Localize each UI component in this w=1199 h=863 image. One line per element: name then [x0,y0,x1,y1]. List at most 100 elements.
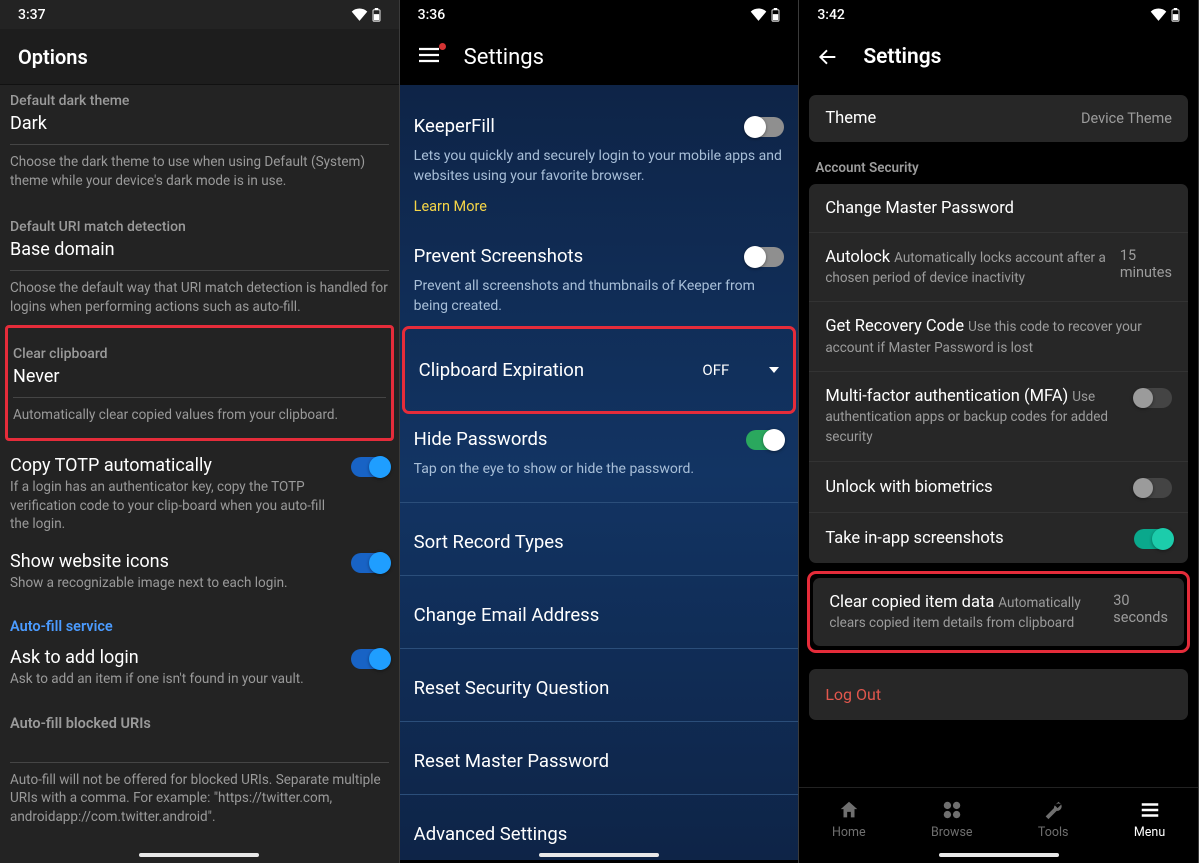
theme-value: Device Theme [1081,110,1172,127]
biometrics-row[interactable]: Unlock with biometrics [809,461,1188,512]
copy-totp-row[interactable]: Copy TOTP automatically If a login has a… [10,455,389,533]
uri-match-value: Base domain [10,239,389,260]
hide-passwords-setting[interactable]: Hide Passwords Tap on the eye to show or… [414,428,785,480]
mfa-toggle[interactable] [1134,388,1172,408]
keeperfill-setting[interactable]: KeeperFill Lets you quickly and securely… [414,115,785,215]
recovery-title: Get Recovery Code [825,317,964,336]
reset-security-question-row[interactable]: Reset Security Question [414,677,785,699]
nav-tools[interactable]: Tools [1038,799,1069,840]
clear-copied-item-title: Clear copied item data [829,593,994,612]
uri-match-setting[interactable]: Default URI match detection Base domain [10,219,389,260]
clear-clipboard-label: Clear clipboard [13,346,386,362]
home-indicator[interactable] [139,853,259,857]
change-master-password-row[interactable]: Change Master Password [809,184,1188,232]
nav-browse[interactable]: Browse [931,799,973,840]
copy-totp-desc: If a login has an authenticator key, cop… [10,478,335,533]
biometrics-title: Unlock with biometrics [825,478,992,497]
page-title: Settings [863,45,941,69]
phone-1-bitwarden: 3:37 Options Default dark theme Dark Cho… [0,0,400,863]
status-icons [750,8,780,22]
tools-icon [1042,799,1064,821]
home-icon [838,799,860,821]
uri-match-desc: Choose the default way that URI match de… [10,279,389,317]
dark-theme-label: Default dark theme [10,93,389,109]
nav-home[interactable]: Home [832,799,866,840]
change-email-row[interactable]: Change Email Address [414,604,785,626]
clipboard-expiration-highlighted[interactable]: Clipboard Expiration OFF [402,326,797,414]
recovery-code-row[interactable]: Get Recovery Code Use this code to recov… [809,301,1188,370]
status-time: 3:36 [418,7,446,23]
mfa-title: Multi-factor authentication (MFA) [825,387,1068,406]
blocked-uris-desc: Auto-fill will not be offered for blocke… [10,771,389,828]
page-title: Options [18,45,88,69]
theme-row[interactable]: Theme Device Theme [809,95,1188,142]
clipboard-expiration-select[interactable]: OFF [702,361,779,379]
log-out-button[interactable]: Log Out [809,669,1188,720]
app-header: Options [0,29,399,85]
back-button[interactable] [817,47,837,67]
settings-body: KeeperFill Lets you quickly and securely… [400,85,799,860]
website-icons-row[interactable]: Show website icons Show a recognizable i… [10,551,389,592]
take-screenshots-row[interactable]: Take in-app screenshots [809,512,1188,563]
clear-clipboard-value: Never [13,366,386,387]
clear-clipboard-highlighted[interactable]: Clear clipboard Never Automatically clea… [5,325,394,442]
battery-icon [372,8,381,22]
clipboard-expiration-value: OFF [702,361,729,379]
wifi-icon [750,8,767,21]
ask-add-login-toggle[interactable] [351,649,389,669]
ask-add-login-row[interactable]: Ask to add login Ask to add an item if o… [10,647,389,688]
status-time: 3:37 [18,7,46,23]
ask-add-login-desc: Ask to add an item if one isn't found in… [10,670,335,688]
app-header: Settings [400,29,799,85]
screenshots-title: Take in-app screenshots [825,529,1003,548]
home-indicator[interactable] [539,853,659,857]
hamburger-icon [418,47,440,63]
keeperfill-toggle[interactable] [746,117,784,137]
dark-theme-value: Dark [10,113,389,134]
autolock-row[interactable]: Autolock Automatically locks account aft… [809,232,1188,301]
account-security-group: Change Master Password Autolock Automati… [809,184,1188,563]
website-icons-title: Show website icons [10,551,335,572]
keeperfill-desc: Lets you quickly and securely login to y… [414,147,785,186]
copy-totp-toggle[interactable] [351,457,389,477]
biometrics-toggle[interactable] [1134,478,1172,498]
website-icons-desc: Show a recognizable image next to each l… [10,574,335,592]
app-header: Settings [799,29,1198,85]
bottom-nav: Home Browse Tools Menu [799,787,1198,863]
prevent-screenshots-setting[interactable]: Prevent Screenshots Prevent all screensh… [414,245,785,316]
screenshots-toggle[interactable] [1134,529,1172,549]
hide-passwords-title: Hide Passwords [414,428,548,450]
advanced-settings-row[interactable]: Advanced Settings [414,823,785,845]
autolock-value: 15 minutes [1120,247,1172,281]
hamburger-menu-button[interactable] [418,47,440,67]
clear-copied-item-highlighted[interactable]: Clear copied item data Automatically cle… [807,571,1190,653]
sort-record-types-row[interactable]: Sort Record Types [414,531,785,553]
home-indicator[interactable] [939,853,1059,857]
phone-3-settings: 3:42 Settings Theme Device Theme Account… [799,0,1199,863]
nav-menu[interactable]: Menu [1134,799,1165,840]
hide-passwords-toggle[interactable] [746,430,784,450]
ask-add-login-title: Ask to add login [10,647,335,668]
autolock-title: Autolock [825,248,890,267]
prevent-screenshots-desc: Prevent all screenshots and thumbnails o… [414,277,785,316]
reset-master-password-row[interactable]: Reset Master Password [414,750,785,772]
prevent-screenshots-toggle[interactable] [746,247,784,267]
dark-theme-setting[interactable]: Default dark theme Dark [10,93,389,134]
clear-clipboard-desc: Automatically clear copied values from y… [13,406,386,425]
autofill-service-header: Auto-fill service [10,618,389,635]
website-icons-toggle[interactable] [351,553,389,573]
browse-icon [941,799,963,821]
status-icons [1150,8,1180,22]
clear-copied-item-row[interactable]: Clear copied item data Automatically cle… [813,578,1184,646]
status-bar: 3:42 [799,0,1198,29]
mfa-row[interactable]: Multi-factor authentication (MFA) Use au… [809,371,1188,461]
phone-2-keeper: 3:36 Settings KeeperFill Lets you quickl… [400,0,800,863]
wifi-icon [351,8,368,21]
settings-body: Theme Device Theme Account Security Chan… [799,85,1198,784]
chevron-down-icon [769,367,779,373]
learn-more-link[interactable]: Learn More [414,198,487,215]
uri-match-label: Default URI match detection [10,219,389,235]
notification-dot [439,43,446,50]
copy-totp-title: Copy TOTP automatically [10,455,335,476]
options-body: Default dark theme Dark Choose the dark … [0,93,399,827]
